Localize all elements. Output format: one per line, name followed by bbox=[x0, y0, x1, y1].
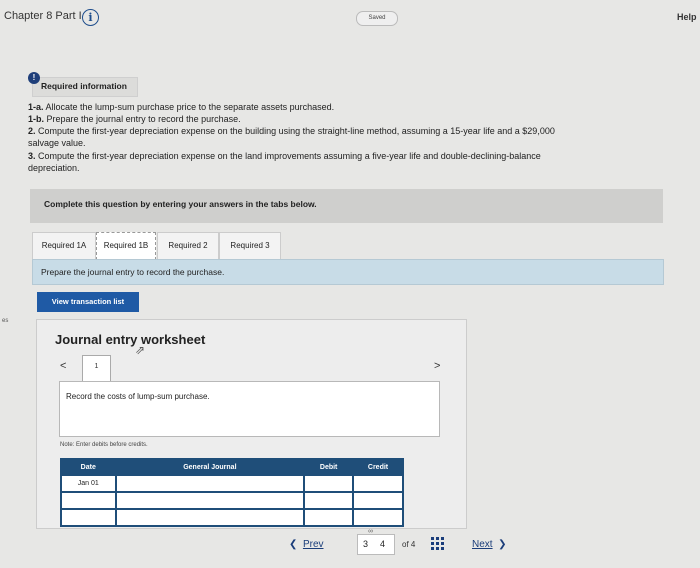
instruction-1b: 1-b. Prepare the journal entry to record… bbox=[28, 114, 241, 124]
tab-required-3[interactable]: Required 3 bbox=[219, 232, 281, 260]
instruction-1a: 1-a. Allocate the lump-sum purchase pric… bbox=[28, 102, 335, 112]
side-label: es bbox=[2, 318, 9, 324]
page-number-next: 4 bbox=[380, 539, 386, 549]
note-text: Note: Enter debits before credits. bbox=[60, 442, 148, 448]
complete-text: Complete this question by entering your … bbox=[44, 199, 317, 209]
chevron-left-icon: ❮ bbox=[289, 539, 303, 550]
chapter-title: Chapter 8 Part I bbox=[4, 10, 82, 22]
prepare-text: Prepare the journal entry to record the … bbox=[41, 267, 225, 277]
worksheet-page-tab[interactable]: 1 bbox=[82, 355, 111, 382]
tab-required-1a[interactable]: Required 1A bbox=[32, 232, 96, 260]
page-total: of 4 bbox=[402, 540, 416, 549]
date-cell[interactable]: Jan 01 bbox=[60, 474, 117, 493]
column-header-date: Date bbox=[60, 458, 117, 476]
required-info-label: Required information bbox=[41, 81, 127, 91]
chevron-left-icon[interactable]: < bbox=[60, 360, 66, 372]
prev-label: Prev bbox=[302, 539, 324, 550]
info-icon[interactable]: i bbox=[82, 9, 99, 26]
date-cell[interactable] bbox=[60, 491, 117, 510]
cursor-icon: ⇗ bbox=[135, 343, 146, 357]
alert-icon: ! bbox=[28, 72, 40, 84]
instruction-3-cont: depreciation. bbox=[28, 163, 80, 173]
instruction-3: 3. Compute the first-year depreciation e… bbox=[28, 151, 541, 161]
prev-button[interactable]: ❮ Prev bbox=[289, 539, 324, 550]
date-cell[interactable] bbox=[60, 508, 117, 527]
link-icon: ∞ bbox=[368, 528, 373, 535]
top-bar bbox=[0, 0, 700, 36]
column-header-debit: Debit bbox=[303, 458, 355, 476]
chevron-right-icon[interactable]: > bbox=[434, 360, 440, 372]
table-row: Jan 01 bbox=[60, 474, 404, 493]
debit-cell[interactable] bbox=[303, 491, 355, 510]
record-text: Record the costs of lump-sum purchase. bbox=[66, 392, 210, 401]
tab-required-1b[interactable]: Required 1B bbox=[96, 232, 156, 260]
journal-entry-table: Date General Journal Debit Credit Jan 01 bbox=[60, 458, 404, 527]
credit-cell[interactable] bbox=[352, 474, 404, 493]
help-link[interactable]: Help bbox=[677, 12, 697, 22]
page-number-current: 3 bbox=[363, 539, 369, 549]
credit-cell[interactable] bbox=[352, 508, 404, 527]
instruction-2-cont: salvage value. bbox=[28, 138, 86, 148]
account-cell[interactable] bbox=[114, 508, 306, 527]
table-row bbox=[60, 508, 404, 527]
table-row bbox=[60, 491, 404, 510]
grid-icon[interactable] bbox=[431, 537, 445, 551]
next-button[interactable]: Next ❯ bbox=[472, 539, 507, 550]
column-header-credit: Credit bbox=[352, 458, 404, 476]
column-header-general-journal: General Journal bbox=[114, 458, 306, 476]
debit-cell[interactable] bbox=[303, 474, 355, 493]
next-label: Next bbox=[472, 539, 493, 550]
worksheet-title: Journal entry worksheet bbox=[55, 332, 206, 347]
credit-cell[interactable] bbox=[352, 491, 404, 510]
account-cell[interactable] bbox=[114, 491, 306, 510]
record-box bbox=[59, 381, 440, 437]
account-cell[interactable] bbox=[114, 474, 306, 493]
debit-cell[interactable] bbox=[303, 508, 355, 527]
instruction-2: 2. Compute the first-year depreciation e… bbox=[28, 126, 555, 136]
tab-required-2[interactable]: Required 2 bbox=[157, 232, 219, 260]
view-transaction-list-button[interactable]: View transaction list bbox=[37, 292, 139, 312]
chevron-right-icon: ❯ bbox=[492, 539, 507, 550]
saved-badge: Saved bbox=[356, 11, 398, 26]
